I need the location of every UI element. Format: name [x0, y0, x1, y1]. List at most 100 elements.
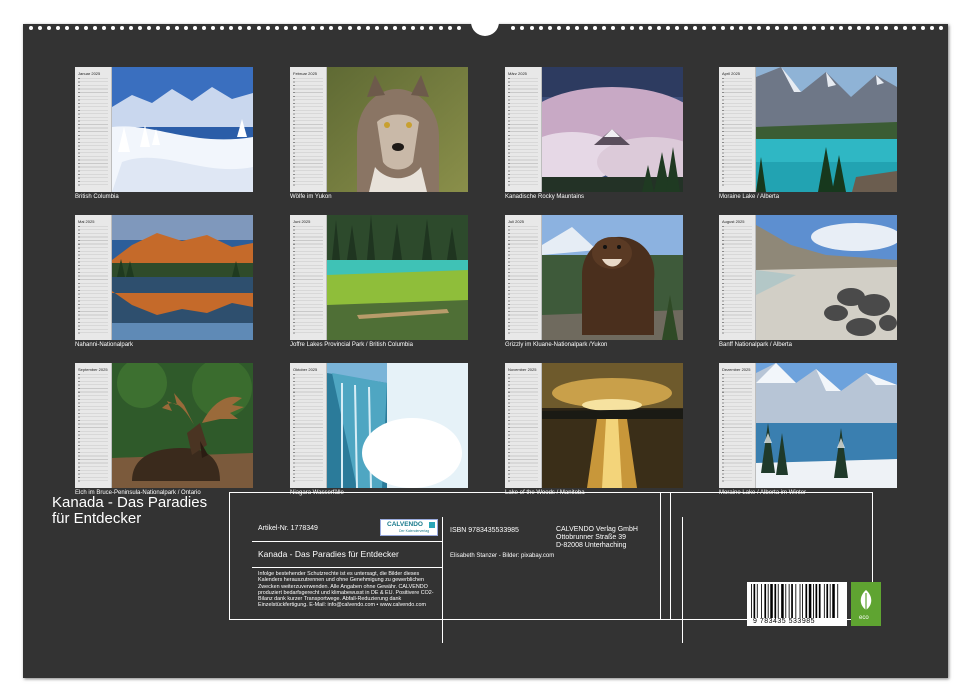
- calendar-day-marks: [508, 374, 510, 484]
- calendar-day-marks: [722, 78, 724, 188]
- binding-hole: [838, 26, 843, 30]
- mini-calendar: Januar 2025: [75, 67, 112, 192]
- month-name: Februar 2025: [293, 71, 318, 76]
- eco-label: eco: [859, 615, 869, 621]
- binding-hole: [174, 26, 179, 30]
- month-sheet: März 2025: [505, 67, 683, 192]
- binding-hole: [74, 26, 79, 30]
- info-divider: [252, 567, 442, 568]
- binding-hole: [693, 26, 698, 30]
- binding-hole: [920, 26, 925, 30]
- wolf-photo: [327, 67, 468, 192]
- month-name: Juni 2025: [293, 219, 311, 224]
- binding-hole: [101, 26, 106, 30]
- binding-hole: [675, 26, 680, 30]
- month-photo: [542, 215, 683, 340]
- mini-calendar: Juni 2025: [290, 215, 327, 340]
- month-caption: Moraine Lake / Alberta: [719, 194, 780, 200]
- binding-hole: [656, 26, 661, 30]
- binding-hole: [720, 26, 725, 30]
- calendar-lines: [78, 78, 108, 188]
- month-tile: Januar 2025 British Columbia: [75, 67, 253, 207]
- grizzly-photo: [542, 215, 683, 340]
- month-photo: [756, 363, 897, 488]
- month-tile: April 2025 Moraine Lake / Alberta: [719, 67, 897, 207]
- month-name: Oktober 2025: [293, 367, 318, 372]
- barcode: 9 783435 533985: [747, 582, 847, 626]
- binding-hole: [302, 26, 306, 30]
- mini-calendar: August 2025: [719, 215, 756, 340]
- month-name: Mai 2025: [78, 219, 95, 224]
- binding-hole: [620, 26, 625, 30]
- binding-hole: [383, 26, 388, 30]
- month-tile: Dezember 2025 Moraine Lake / Alberta im …: [719, 363, 897, 503]
- cloud-peak-photo: [542, 67, 683, 192]
- mini-calendar: Mai 2025: [75, 215, 112, 340]
- binding-hole: [92, 26, 97, 30]
- binding-hole: [911, 26, 916, 30]
- binding-hole: [274, 26, 279, 30]
- binding-hole: [711, 26, 716, 30]
- calendar-lines: [293, 78, 323, 188]
- binding-hole: [666, 26, 670, 30]
- barcode-bar: [788, 584, 790, 618]
- binding-hole: [229, 26, 234, 30]
- calendar-day-marks: [78, 78, 80, 188]
- calendar-day-marks: [722, 374, 724, 484]
- barcode-bar: [785, 584, 787, 618]
- binding-hole: [65, 26, 70, 30]
- binding-hole: [29, 26, 33, 30]
- barcode-bar: [795, 584, 797, 618]
- winter-lake-photo: [756, 363, 897, 488]
- barcode-bar: [799, 584, 801, 618]
- binding-hole: [311, 26, 316, 30]
- month-sheet: September 2025: [75, 363, 253, 488]
- binding-hole: [338, 26, 343, 30]
- turquoise-lake-photo: [756, 67, 897, 192]
- month-tile: Oktober 2025 Niagara Wasserfälle: [290, 363, 468, 503]
- binding-hole: [802, 26, 807, 30]
- binding-hole: [829, 26, 834, 30]
- binding-hole: [565, 26, 570, 30]
- month-tile: August 2025 Banff Nationalpark / Alberta: [719, 215, 897, 355]
- binding-hole: [738, 26, 743, 30]
- binding-hole: [757, 26, 761, 30]
- binding-hole: [429, 26, 434, 30]
- barcode-bar: [826, 584, 829, 618]
- binding-hole: [820, 26, 825, 30]
- binding-hole: [702, 26, 707, 30]
- publisher-name: CALVENDO Verlag GmbH: [556, 526, 638, 533]
- month-photo: [327, 215, 468, 340]
- month-caption: Wölfe im Yukon: [290, 194, 332, 200]
- binding-hole: [201, 26, 206, 30]
- binding-hole: [811, 26, 816, 30]
- moose-photo: [112, 363, 253, 488]
- binding-hole: [611, 26, 616, 30]
- barcode-bar: [813, 584, 814, 618]
- binding-hole: [884, 26, 889, 30]
- barcode-bar: [832, 584, 835, 618]
- leaf-icon: [860, 590, 872, 610]
- barcode-bar: [770, 584, 773, 618]
- binding-hole: [83, 26, 88, 30]
- barcode-bar: [805, 584, 808, 618]
- waterfall-photo: [327, 363, 468, 488]
- barcode-bar: [837, 584, 839, 618]
- month-photo: [327, 363, 468, 488]
- month-caption: Kanadische Rocky Mauntains: [505, 194, 585, 200]
- binding-hole: [775, 26, 780, 30]
- month-photo: [327, 67, 468, 192]
- binding-hole: [265, 26, 270, 30]
- info-divider: [252, 541, 442, 542]
- barcode-bar: [791, 584, 793, 618]
- mini-calendar: März 2025: [505, 67, 542, 192]
- binding-hole: [456, 26, 461, 30]
- logo-mark-icon: [429, 522, 435, 528]
- binding-hole: [629, 26, 634, 30]
- month-name: März 2025: [508, 71, 527, 76]
- calendar-day-marks: [293, 226, 295, 336]
- isbn: ISBN 9783435533985: [450, 527, 519, 534]
- binding-hole: [238, 26, 243, 30]
- month-name: April 2025: [722, 71, 741, 76]
- barcode-bars: [751, 584, 839, 618]
